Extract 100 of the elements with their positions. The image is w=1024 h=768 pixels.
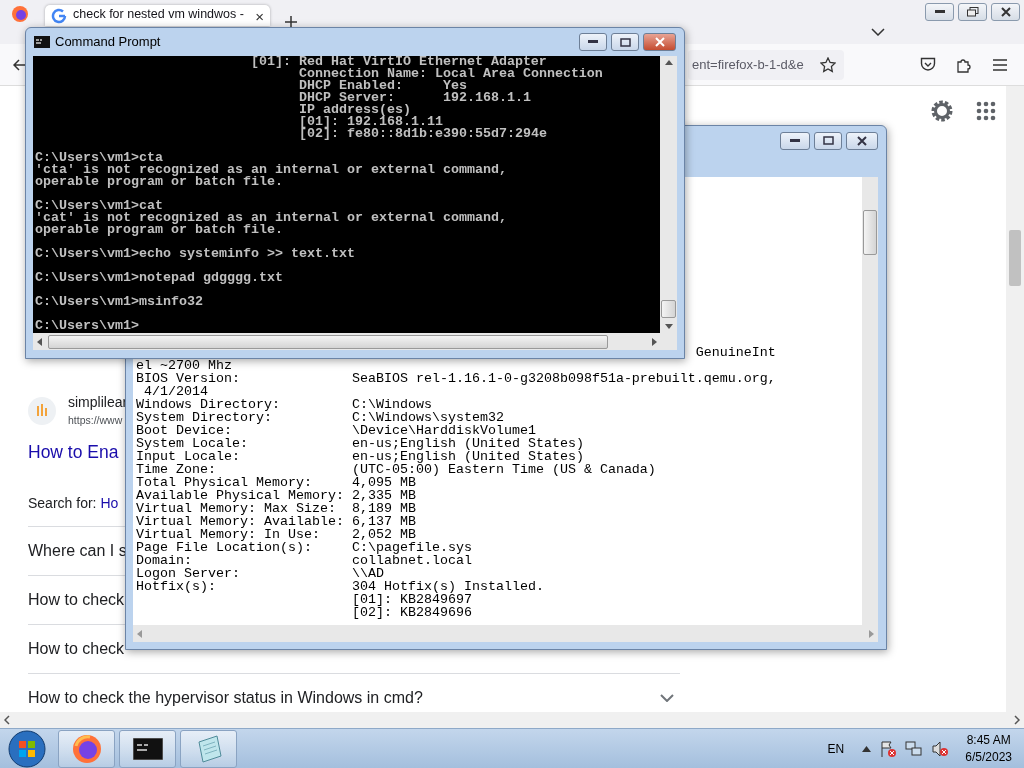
text-line: Logon Server: \\AD <box>136 567 384 580</box>
scrollbar-thumb[interactable] <box>1009 230 1021 286</box>
question-text[interactable]: How to check <box>28 637 125 661</box>
terminal-icon <box>34 36 50 48</box>
site-name: simplilear <box>68 393 128 411</box>
console-line: 'cat' is not recognized as an internal or external command, <box>35 212 507 224</box>
text-line: System Directory: C:\Windows\system32 <box>136 411 504 424</box>
google-icon <box>51 8 67 24</box>
apps-grid-icon[interactable] <box>976 101 996 121</box>
browser-icon <box>71 733 102 764</box>
text-line: 4/1/2014 <box>144 385 208 398</box>
network-icon[interactable] <box>905 739 924 758</box>
minimize-button[interactable] <box>579 33 607 51</box>
text-line: Virtual Memory: Available: 6,137 MB <box>136 515 416 528</box>
restore-icon <box>966 7 979 17</box>
close-button[interactable] <box>846 131 878 150</box>
console-line: [01]: Red Hat VirtIO Ethernet Adapter <box>250 56 547 68</box>
scroll-left-icon[interactable] <box>37 337 42 346</box>
console-line: Connection Name: Local Area Connection <box>298 68 603 80</box>
close-icon <box>1000 7 1011 17</box>
address-bar[interactable]: ent=firefox-b-1-d&e <box>688 49 844 80</box>
text-line: System Locale: en-us;English (United States) <box>136 437 584 450</box>
console-line: DHCP Server: 192.168.1.1 <box>298 92 531 104</box>
minimize-button[interactable] <box>780 131 810 150</box>
scroll-down-icon[interactable] <box>664 324 673 329</box>
clock-time[interactable]: 8:45 AM <box>965 731 1012 749</box>
text-line: Page File Location(s): C:\pagefile.sys <box>136 541 472 554</box>
pocket-icon[interactable] <box>920 57 936 72</box>
maximize-icon <box>619 37 631 47</box>
console-line: C:\Users\vm1> <box>35 320 139 332</box>
search-suggestion: Search for: Ho <box>28 494 119 513</box>
text-line: el ~2700 Mhz <box>136 359 232 372</box>
minimize-button[interactable] <box>925 3 954 21</box>
text-line: Total Physical Memory: 4,095 MB <box>136 476 416 489</box>
mute-icon[interactable] <box>931 739 950 758</box>
text-line: Available Physical Memory: 2,335 MB <box>136 489 416 502</box>
console-line: IP address(es) <box>298 104 411 116</box>
new-tab-icon[interactable] <box>284 15 298 29</box>
scrollbar-thumb[interactable] <box>48 334 608 349</box>
console-line: C:\Users\vm1>notepad gdgggg.txt <box>35 272 283 284</box>
text-line: Time Zone: (UTC-05:00) Eastern Time (US & Canada) <box>136 463 656 476</box>
scroll-up-icon[interactable] <box>664 60 673 65</box>
console-line: C:\Users\vm1>cta <box>35 152 163 164</box>
text-line: Hotfix(s): 304 Hotfix(s) Installed. <box>136 580 544 593</box>
flag-alert-icon[interactable] <box>879 739 898 758</box>
console-line: 'cta' is not recognized as an internal or external command, <box>35 164 507 176</box>
text-line: Virtual Memory: Max Size: 8,189 MB <box>136 502 416 515</box>
console-line: [01]: 192.168.1.11 <box>298 116 443 128</box>
browser-tab[interactable]: check for nested vm windwos - × <box>45 5 270 26</box>
close-icon <box>857 135 867 146</box>
text-line: [02]: KB2849696 <box>351 606 472 619</box>
result-title[interactable]: How to Ena <box>28 439 119 465</box>
restore-button[interactable] <box>958 3 987 21</box>
site-url: https://www <box>68 413 123 428</box>
site-favicon <box>28 397 56 425</box>
start-button[interactable] <box>8 729 46 768</box>
scroll-right-icon[interactable] <box>1014 715 1020 725</box>
minimize-icon <box>790 138 800 143</box>
search-link[interactable]: Ho <box>100 495 119 511</box>
close-button[interactable] <box>991 3 1020 21</box>
star-icon[interactable] <box>820 56 836 73</box>
question-text[interactable]: How to check the hypervisor status in Windows in cmd? <box>28 686 423 710</box>
back-arrow-icon[interactable] <box>13 58 27 71</box>
taskbar-button[interactable] <box>119 729 176 768</box>
maximize-button[interactable] <box>611 33 639 51</box>
clock-date[interactable]: 6/5/2023 <box>965 748 1012 766</box>
text-line: Windows Directory: C:\Windows <box>136 398 432 411</box>
maximize-button[interactable] <box>814 131 842 150</box>
menu-icon[interactable] <box>993 58 1007 71</box>
tab-title: check for nested vm windwos - <box>73 6 245 24</box>
close-icon <box>654 37 665 47</box>
tray-expand-icon[interactable] <box>862 745 872 752</box>
question-text[interactable]: How to check <box>28 588 125 612</box>
window-title: Command Prompt <box>55 33 161 52</box>
console-line: C:\Users\vm1>echo systeminfo >> text.txt <box>35 248 355 260</box>
scrollbar-thumb[interactable] <box>863 210 877 255</box>
text-line: Virtual Memory: In Use: 2,052 MB <box>136 528 416 541</box>
close-tab-button[interactable]: × <box>255 9 264 24</box>
console-line: operable program or batch file. <box>35 224 283 236</box>
terminal-icon <box>132 737 163 760</box>
settings-icon[interactable] <box>930 99 954 123</box>
chevron-down-icon[interactable] <box>871 28 885 36</box>
console-line: C:\Users\vm1>msinfo32 <box>35 296 203 308</box>
puzzle-icon[interactable] <box>956 56 972 73</box>
scrollbar-thumb[interactable] <box>661 300 676 318</box>
minimize-icon <box>934 10 945 14</box>
maximize-icon <box>822 136 834 145</box>
language-indicator[interactable]: EN <box>827 739 845 758</box>
text-line: Input Locale: en-us;English (United States) <box>136 450 584 463</box>
console-line: operable program or batch file. <box>35 176 283 188</box>
url-text: ent=firefox-b-1-d&e <box>692 55 805 74</box>
text-line: GenuineInt <box>695 346 776 359</box>
text-line: [01]: KB2849697 <box>351 593 472 606</box>
text-line: BIOS Version: SeaBIOS rel-1.16.1-0-g3208b098f51a-prebuilt.qemu.org, <box>136 372 776 385</box>
text-line: Domain: collabnet.local <box>136 554 472 567</box>
console-line: DHCP Enabled: Yes <box>298 80 467 92</box>
browser-icon[interactable] <box>11 5 29 23</box>
scroll-right-icon[interactable] <box>652 337 657 346</box>
console-line: [02]: fe80::8d1b:e390:55d7:294e <box>298 128 547 140</box>
scroll-left-icon[interactable] <box>4 715 10 725</box>
